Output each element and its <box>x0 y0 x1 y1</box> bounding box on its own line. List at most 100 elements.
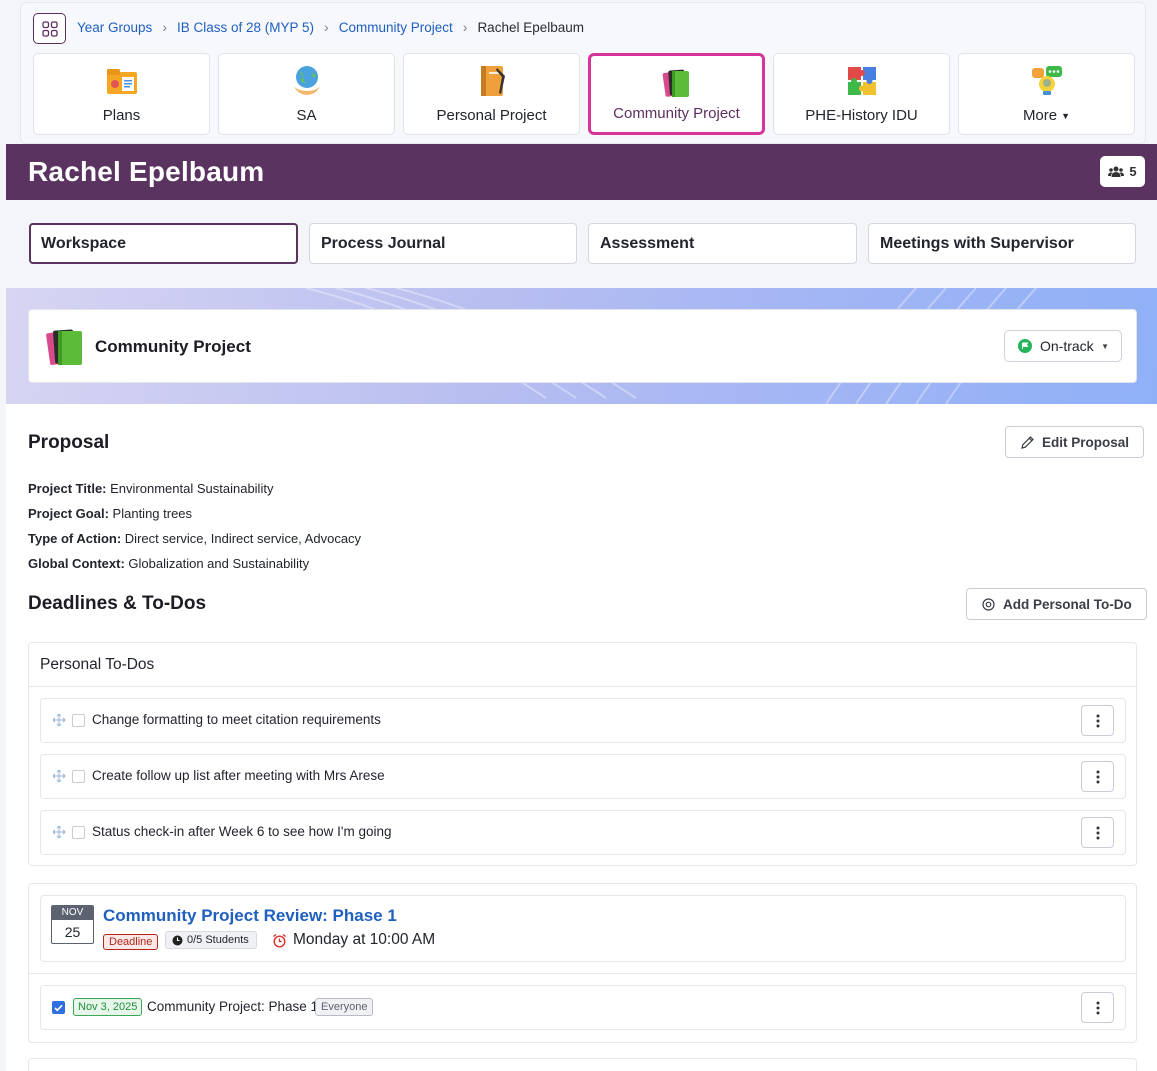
breadcrumb-current: Rachel Epelbaum <box>477 19 585 35</box>
more-options-button[interactable] <box>1081 817 1114 848</box>
app-tile-label: Plans <box>102 107 141 124</box>
event-time: Monday at 10:00 AM <box>272 931 435 949</box>
field-label: Project Goal: <box>28 506 109 521</box>
app-grid-button[interactable] <box>33 13 66 44</box>
status-dropdown[interactable]: On-track ▼ <box>1004 330 1122 362</box>
more-label: More <box>1022 107 1058 124</box>
proposal-field-global-context: Global Context: Globalization and Sustai… <box>28 556 309 571</box>
breadcrumb-community-project[interactable]: Community Project <box>339 20 453 35</box>
app-tile-community-project[interactable]: Community Project <box>588 53 765 135</box>
books-icon <box>46 329 82 365</box>
chevron-right-icon: › <box>162 19 167 35</box>
group-members-count: 5 <box>1129 164 1137 179</box>
student-name: Rachel Epelbaum <box>28 156 265 187</box>
chevron-right-icon: › <box>324 19 329 35</box>
more-options-button[interactable] <box>1081 992 1114 1023</box>
todo-text: Change formatting to meet citation requi… <box>92 712 381 727</box>
add-personal-todo-label: Add Personal To-Do <box>1003 596 1132 612</box>
app-tile-label: Personal Project <box>436 107 547 124</box>
add-personal-todo-button[interactable]: Add Personal To-Do <box>966 588 1147 620</box>
task-checkbox-checked[interactable] <box>52 1001 65 1014</box>
project-banner: Community Project On-track ▼ <box>6 288 1157 404</box>
todo-checkbox[interactable] <box>72 714 85 727</box>
student-header: Rachel Epelbaum 5 <box>6 144 1157 200</box>
caret-down-icon: ▼ <box>1061 111 1071 122</box>
students-progress-text: 0/5 Students <box>187 933 249 946</box>
task-text: Community Project: Phase 1 <box>147 999 319 1014</box>
field-label: Project Title: <box>28 481 107 496</box>
todo-text: Status check-in after Week 6 to see how … <box>92 824 392 839</box>
proposal-heading: Proposal <box>28 432 110 453</box>
workspace-tabs: Workspace Process Journal Assessment Mee… <box>6 200 1157 288</box>
status-label: On-track <box>1040 338 1094 354</box>
field-label: Type of Action: <box>28 531 122 546</box>
personal-todos-panel: Personal To-Dos Change formatting to mee… <box>28 642 1137 866</box>
app-tile-plans[interactable]: Plans <box>33 53 210 135</box>
tab-process-journal[interactable]: Process Journal <box>309 223 577 264</box>
breadcrumb-class[interactable]: IB Class of 28 (MYP 5) <box>177 20 314 35</box>
field-label: Global Context: <box>28 556 125 571</box>
app-tile-personal-project[interactable]: Personal Project <box>403 53 580 135</box>
next-deadline-panel <box>28 1058 1137 1071</box>
breadcrumb-year-groups[interactable]: Year Groups <box>77 20 152 35</box>
deadline-event-card: NOV 25 Community Project Review: Phase 1… <box>40 895 1126 962</box>
tab-meetings-with-supervisor[interactable]: Meetings with Supervisor <box>868 223 1136 264</box>
kebab-menu-icon <box>1096 826 1099 839</box>
target-plus-icon <box>982 597 995 611</box>
field-value: Environmental Sustainability <box>110 481 274 496</box>
list-item: Status check-in after Week 6 to see how … <box>40 810 1126 855</box>
app-tiles: Plans SA Personal Project Community Proj… <box>33 53 1135 135</box>
field-value: Direct service, Indirect service, Advoca… <box>124 531 362 546</box>
clock-icon <box>172 935 183 945</box>
tab-workspace[interactable]: Workspace <box>29 223 298 264</box>
drag-handle-icon[interactable] <box>52 713 66 727</box>
app-tile-phe-history-idu[interactable]: PHE-History IDU <box>773 53 950 135</box>
calendar-date-badge: NOV 25 <box>51 905 94 944</box>
check-icon <box>54 1004 63 1011</box>
more-options-button[interactable] <box>1081 761 1114 792</box>
chevron-right-icon: › <box>462 19 468 35</box>
proposal-field-action-type: Type of Action: Direct service, Indirect… <box>28 531 361 546</box>
task-audience-badge: Everyone <box>315 998 374 1016</box>
app-tile-sa[interactable]: SA <box>218 53 395 135</box>
more-options-button[interactable] <box>1081 705 1114 736</box>
table-row: Nov 3, 2025 Community Project: Phase 1 E… <box>40 985 1126 1030</box>
proposal-field-goal: Project Goal: Planting trees <box>28 506 192 521</box>
app-tile-label: Community Project <box>613 105 740 122</box>
list-item: Change formatting to meet citation requi… <box>40 698 1126 743</box>
calendar-day: 25 <box>64 924 81 940</box>
todo-checkbox[interactable] <box>72 770 85 783</box>
breadcrumb: Year Groups › IB Class of 28 (MYP 5) › C… <box>77 19 584 35</box>
flag-icon <box>1018 339 1032 353</box>
edit-proposal-button[interactable]: Edit Proposal <box>1005 426 1145 458</box>
plans-folder-icon <box>106 69 137 94</box>
deadlines-heading: Deadlines & To-Dos <box>28 593 207 614</box>
project-card: Community Project On-track ▼ <box>28 309 1137 383</box>
list-item: Create follow up list after meeting with… <box>40 754 1126 799</box>
books-icon <box>662 69 689 97</box>
edit-proposal-label: Edit Proposal <box>1042 434 1130 450</box>
caret-down-icon: ▼ <box>1101 341 1109 351</box>
deadline-panel: NOV 25 Community Project Review: Phase 1… <box>28 883 1137 1043</box>
app-tile-label: More ▼ <box>1023 107 1070 124</box>
calendar-month: NOV <box>52 906 93 920</box>
tab-assessment[interactable]: Assessment <box>588 223 857 264</box>
deadline-badge: Deadline <box>103 934 159 950</box>
drag-handle-icon[interactable] <box>52 769 66 783</box>
app-navigation-card: Year Groups › IB Class of 28 (MYP 5) › C… <box>20 2 1146 144</box>
todo-checkbox[interactable] <box>72 826 85 839</box>
deadline-event-title[interactable]: Community Project Review: Phase 1 <box>103 906 397 926</box>
kebab-menu-icon <box>1096 714 1099 727</box>
grid-icon <box>41 20 58 37</box>
field-value: Globalization and Sustainability <box>128 556 310 571</box>
group-members-button[interactable]: 5 <box>1100 156 1145 187</box>
main-content: Proposal Edit Proposal Project Title: En… <box>6 404 1157 1071</box>
task-date-badge: Nov 3, 2025 <box>73 998 143 1016</box>
kebab-menu-icon <box>1096 770 1099 783</box>
alarm-clock-icon <box>273 933 286 948</box>
drag-handle-icon[interactable] <box>52 825 66 839</box>
app-tile-more[interactable]: More ▼ <box>958 53 1135 135</box>
project-title: Community Project <box>95 337 251 356</box>
app-tile-label: SA <box>296 107 317 124</box>
personal-todos-heading: Personal To-Dos <box>29 643 1136 687</box>
